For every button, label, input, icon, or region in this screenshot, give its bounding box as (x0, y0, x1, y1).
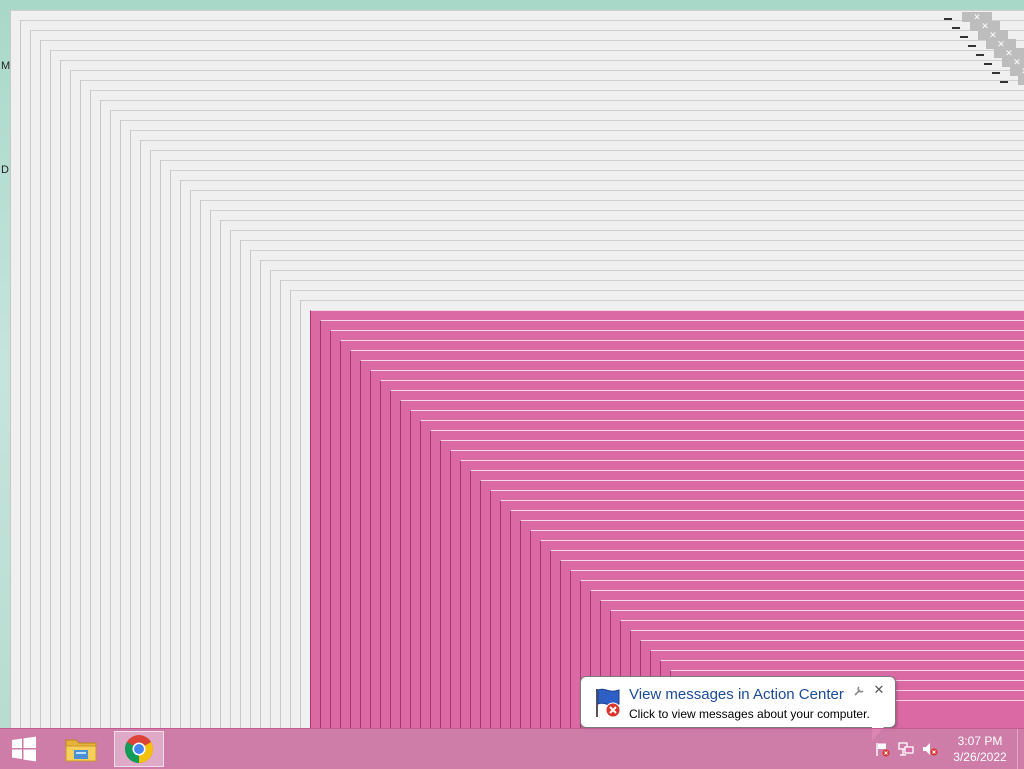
ghost-minimize-button (1000, 81, 1008, 83)
taskbar: 3:07 PM 3/26/2022 (0, 728, 1024, 769)
ghost-minimize-button (960, 36, 968, 38)
system-clock[interactable]: 3:07 PM 3/26/2022 (946, 733, 1014, 765)
folder-icon (65, 739, 97, 762)
network-icon[interactable] (898, 741, 914, 757)
file-explorer-button[interactable] (58, 731, 104, 767)
desktop-icon-label-m[interactable]: M (1, 60, 10, 72)
clock-time: 3:07 PM (957, 734, 1003, 748)
action-center-flag-icon[interactable] (874, 741, 890, 757)
volume-muted-icon[interactable] (922, 741, 938, 757)
ghost-close-button: ✕ (1018, 75, 1024, 85)
chrome-button[interactable] (114, 731, 164, 767)
action-center-notification[interactable]: View messages in Action Center Click to … (580, 676, 896, 728)
ghost-minimize-button (968, 45, 976, 47)
windows-logo-icon (12, 736, 36, 762)
ghost-minimize-button (952, 27, 960, 29)
ghost-minimize-button (976, 54, 984, 56)
ghost-minimize-button (992, 72, 1000, 74)
desktop: M D ✕✕✕✕✕✕✕✕ (0, 0, 1024, 728)
ghost-minimize-button (944, 18, 952, 20)
close-icon[interactable]: ✕ (872, 683, 886, 697)
wrench-icon[interactable] (853, 685, 865, 700)
notification-title[interactable]: View messages in Action Center (629, 686, 844, 703)
notification-body[interactable]: Click to view messages about your comput… (629, 707, 870, 721)
clock-date: 3/26/2022 (953, 750, 1007, 764)
ghost-minimize-button (984, 63, 992, 65)
start-button[interactable] (4, 731, 44, 767)
action-center-flag-icon (596, 688, 621, 718)
chrome-icon (125, 735, 153, 763)
desktop-icon-label-d[interactable]: D (1, 164, 9, 176)
show-desktop-button[interactable] (1017, 729, 1024, 769)
